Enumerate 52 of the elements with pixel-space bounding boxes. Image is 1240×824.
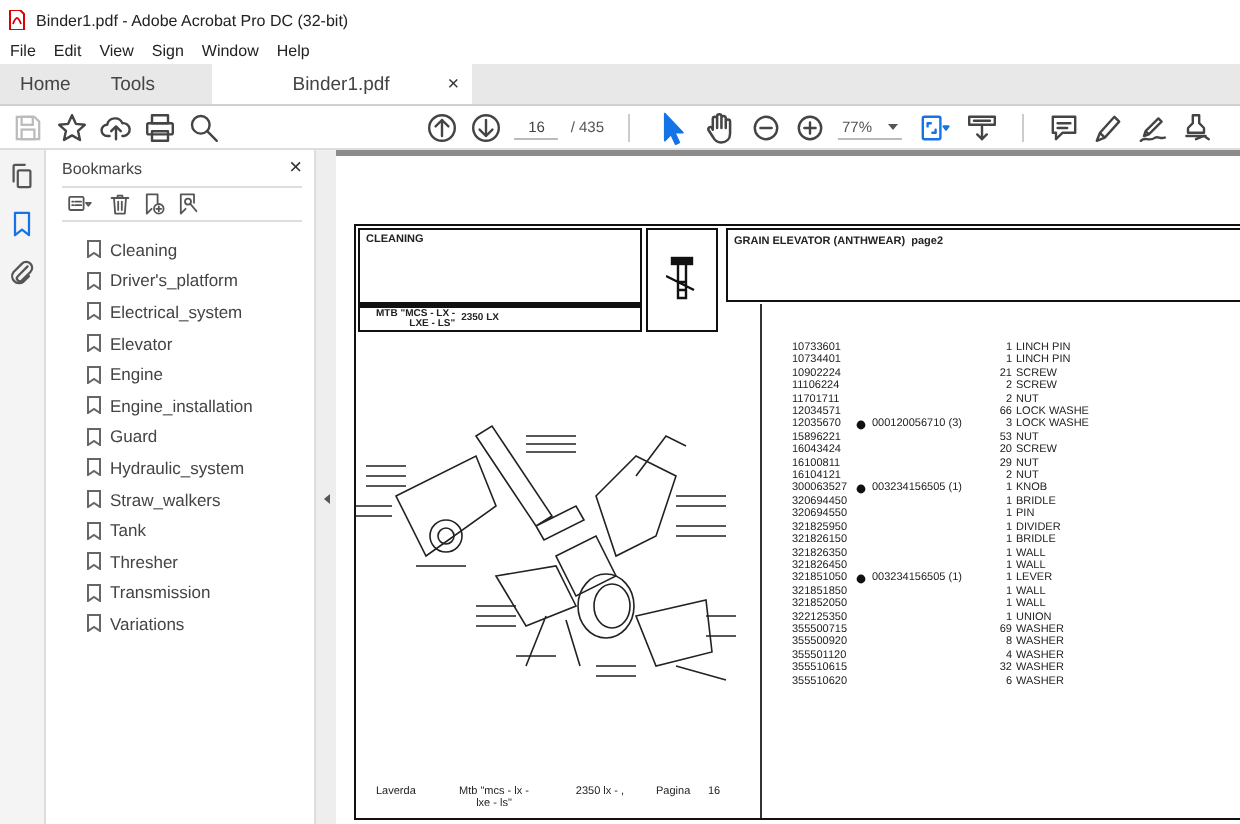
bookmark-item[interactable]: Cleaning xyxy=(62,234,190,266)
scroll-mode-icon[interactable] xyxy=(966,111,998,143)
bookmark-item[interactable]: Guard xyxy=(62,421,170,453)
zoom-out-icon[interactable] xyxy=(750,111,782,143)
bookmark-item[interactable]: Straw_walkers xyxy=(62,483,233,515)
menu-item[interactable]: Window xyxy=(199,41,261,59)
pen-sign-icon[interactable] xyxy=(1136,111,1168,143)
pdf-app-icon xyxy=(8,10,26,30)
highlighter-icon[interactable] xyxy=(1092,111,1124,143)
trash-icon[interactable] xyxy=(108,192,132,216)
caret-icon xyxy=(888,123,898,129)
bookmark-item[interactable]: Driver's_platform xyxy=(62,265,250,297)
page-down-icon[interactable] xyxy=(470,111,503,143)
menu-item[interactable]: Sign xyxy=(149,41,186,59)
menu-item[interactable]: File xyxy=(8,41,38,59)
options-menu-icon[interactable] xyxy=(62,192,98,216)
search-icon[interactable] xyxy=(188,111,220,143)
tab[interactable]: Tools xyxy=(90,64,176,104)
new-bookmark-icon[interactable] xyxy=(142,192,166,216)
bookmark-item[interactable]: Hydraulic_system xyxy=(62,452,257,484)
page-up-icon[interactable] xyxy=(426,111,459,143)
window-title: Binder1.pdf - Adobe Acrobat Pro DC (32-bit) xyxy=(36,11,349,29)
menu-item[interactable]: View xyxy=(97,41,136,59)
bookmark-item[interactable]: Thresher xyxy=(62,545,191,578)
reference-dot-icon xyxy=(856,484,866,495)
tab[interactable]: Binder1.pdf × xyxy=(211,64,472,104)
collapse-arrow-icon[interactable] xyxy=(323,494,329,504)
bookmark-search-icon[interactable] xyxy=(176,192,200,216)
stamp-icon[interactable] xyxy=(1180,111,1212,143)
tab-close-button[interactable]: × xyxy=(447,74,460,96)
bookmark-item[interactable]: Tank xyxy=(62,514,158,546)
reference-dot-icon xyxy=(856,420,866,431)
menu-item[interactable]: Edit xyxy=(51,41,84,59)
paperclip-icon[interactable] xyxy=(8,258,36,286)
star-icon[interactable] xyxy=(56,111,88,143)
zoom-in-icon[interactable] xyxy=(794,111,826,143)
bookmark-item[interactable]: Transmission xyxy=(62,577,223,609)
close-button[interactable]: × xyxy=(289,156,302,180)
bookmark-item[interactable]: Electrical_system xyxy=(62,296,255,328)
cloud-upload-icon[interactable] xyxy=(100,111,132,143)
bookmark-icon[interactable] xyxy=(8,210,36,238)
pages-icon[interactable] xyxy=(8,162,36,190)
menu-item[interactable]: Help xyxy=(274,41,312,59)
print-icon[interactable] xyxy=(144,111,176,143)
tab[interactable]: Home xyxy=(0,64,91,104)
panel-title: Bookmarks xyxy=(62,159,143,177)
comment-icon[interactable] xyxy=(1048,111,1080,143)
bookmark-item[interactable]: Engine xyxy=(62,358,175,390)
bookmark-item[interactable]: Elevator xyxy=(62,327,185,359)
bookmark-item[interactable]: Variations xyxy=(62,608,197,640)
bookmark-item[interactable]: Engine_installation xyxy=(62,389,265,422)
reference-dot-icon xyxy=(856,574,866,585)
